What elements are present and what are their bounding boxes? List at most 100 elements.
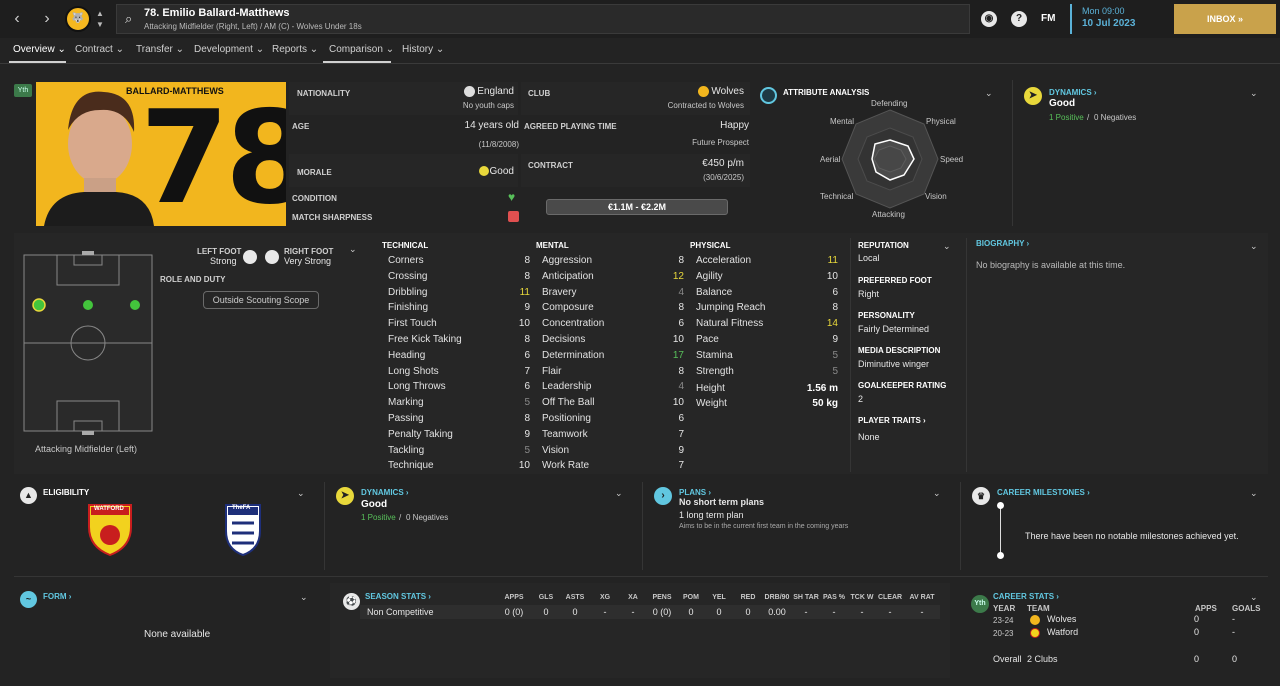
mental-attr-value: 8: [678, 365, 684, 377]
scouting-scope-button[interactable]: Outside Scouting Scope: [203, 291, 319, 309]
chevron-down-icon[interactable]: ⌄: [1250, 488, 1258, 499]
eligibility-title: ELIGIBILITY: [43, 488, 90, 497]
season-value: -: [920, 607, 924, 617]
chevron-down-icon[interactable]: ⌄: [349, 244, 357, 255]
radar-label-attacking: Attacking: [872, 210, 905, 219]
help-icon[interactable]: ?: [1011, 11, 1027, 27]
chevron-down-icon[interactable]: ⌄: [933, 488, 941, 499]
dynamics-title[interactable]: DYNAMICS ›: [1049, 88, 1097, 97]
height-label: Height: [696, 383, 725, 394]
chevron-down-icon[interactable]: ⌄: [297, 488, 305, 499]
youth-caps: No youth caps: [462, 101, 514, 110]
career-stats-title[interactable]: CAREER STATS ›: [993, 592, 1059, 601]
globe-icon[interactable]: ◉: [981, 11, 997, 27]
top-bar: ‹ › 🐺 ▲ ▼ ⌕ 78. Emilio Ballard-Matthews …: [0, 0, 1280, 38]
mental-attr-value: 6: [678, 413, 684, 424]
chevron-up-icon[interactable]: ▲: [96, 9, 104, 18]
date-label: 10 Jul 2023: [1082, 18, 1136, 29]
left-foot-value: Strong: [210, 256, 237, 266]
mental-attr-name: Teamwork: [542, 428, 588, 440]
mental-attr-value: 7: [678, 460, 684, 472]
mental-attr-name: Anticipation: [542, 270, 594, 282]
chevron-down-icon[interactable]: ▼: [96, 20, 104, 29]
career-team-2[interactable]: Watford: [1047, 627, 1078, 637]
biography-text: No biography is available at this time.: [976, 260, 1126, 270]
tab-history[interactable]: History ⌄: [402, 44, 444, 55]
date-display[interactable]: Mon 09:00 10 Jul 2023: [1070, 4, 1166, 34]
technical-attr-value: 9: [524, 428, 530, 440]
plans-title[interactable]: PLANS ›: [679, 488, 711, 497]
long-term-plans[interactable]: 1 long term plan: [679, 510, 744, 520]
club-crest-icon[interactable]: 🐺: [65, 6, 91, 32]
chevron-down-icon[interactable]: ⌄: [300, 592, 308, 603]
physical-attr-name: Acceleration: [696, 255, 752, 266]
value-range[interactable]: €1.1M - €2.2M: [546, 199, 728, 215]
page-title: 78. Emilio Ballard-Matthews: [144, 7, 290, 19]
dynamics-mid-title[interactable]: DYNAMICS ›: [361, 488, 409, 497]
inbox-label: INBOX: [1206, 14, 1236, 24]
career-apps-1: 0: [1194, 614, 1200, 624]
wage-value[interactable]: €450 p/m: [640, 158, 744, 169]
physical-attr-name: Pace: [696, 334, 719, 345]
form-title[interactable]: FORM ›: [43, 592, 71, 601]
divider: [850, 238, 851, 472]
physical-attr-value: 8: [832, 302, 838, 314]
tab-reports[interactable]: Reports ⌄: [272, 44, 318, 55]
plans-icon: ›: [654, 487, 672, 505]
career-milestones-title[interactable]: CAREER MILESTONES ›: [997, 488, 1090, 497]
mental-attr-value: 4: [678, 381, 684, 393]
physical-attr-name: Stamina: [696, 349, 733, 361]
chevron-down-icon[interactable]: ⌄: [615, 488, 623, 499]
morale-value[interactable]: Good: [450, 166, 514, 177]
shirt-number: 78: [140, 84, 286, 226]
technical-attr-value: 7: [524, 365, 530, 377]
youth-badge: Yth: [14, 84, 32, 97]
fm-logo[interactable]: FM: [1041, 13, 1055, 24]
dynamics-value: Good: [1049, 98, 1076, 109]
player-traits-label[interactable]: PLAYER TRAITS ›: [858, 416, 926, 425]
reputation-value: Local: [858, 253, 880, 263]
mental-title: MENTAL: [536, 241, 569, 250]
short-term-plans: No short term plans: [679, 497, 765, 507]
tab-contract[interactable]: Contract ⌄: [75, 44, 124, 55]
tab-transfer[interactable]: Transfer ⌄: [136, 44, 184, 55]
left-boot-icon: [243, 250, 257, 264]
career-team-1[interactable]: Wolves: [1047, 614, 1076, 624]
age-label: AGE: [292, 122, 310, 131]
mental-attr-name: Flair: [542, 365, 562, 377]
chevron-down-icon[interactable]: ⌄: [985, 88, 993, 99]
career-year-header: YEAR: [993, 604, 1016, 613]
chevron-down-icon[interactable]: ⌄: [1250, 88, 1258, 99]
reputation-label: REPUTATION: [858, 241, 909, 250]
left-foot-label: LEFT FOOT: [197, 247, 242, 256]
career-goals-1: -: [1232, 614, 1235, 624]
long-term-plan-desc: Aims to be in the current first team in …: [679, 523, 849, 530]
technical-title: TECHNICAL: [382, 241, 429, 250]
chevron-down-icon[interactable]: ⌄: [1250, 592, 1258, 603]
sharpness-icon: [508, 211, 519, 222]
nationality-value[interactable]: England: [380, 86, 514, 97]
fa-crest-icon[interactable]: [224, 503, 262, 557]
right-boot-icon: [265, 250, 279, 264]
chevron-down-icon[interactable]: ⌄: [1250, 241, 1258, 252]
dynamics-separator: /: [1087, 113, 1090, 122]
tab-overview[interactable]: Overview ⌄: [13, 44, 66, 55]
chevron-down-icon[interactable]: ⌄: [943, 241, 951, 252]
season-stats-title[interactable]: SEASON STATS ›: [365, 592, 431, 601]
mental-attr-value: 10: [672, 397, 684, 409]
tab-comparison[interactable]: Comparison ⌄: [329, 44, 394, 55]
search-icon: ⌕: [125, 11, 133, 26]
mental-attr-value: 12: [672, 270, 684, 282]
tab-development[interactable]: Development ⌄: [194, 44, 264, 55]
back-arrow-icon[interactable]: ‹: [6, 8, 28, 30]
forward-arrow-icon[interactable]: ›: [36, 8, 58, 30]
physical-attr-value: 5: [832, 365, 838, 377]
inbox-button[interactable]: INBOX »: [1174, 4, 1276, 34]
radar-label-speed: Speed: [940, 155, 964, 164]
mental-attr-name: Leadership: [542, 381, 592, 393]
career-overall-apps: 0: [1194, 654, 1200, 664]
technical-attr-name: Crossing: [388, 270, 428, 282]
technical-attr-name: Long Shots: [388, 365, 439, 377]
club-value[interactable]: Wolves: [640, 86, 744, 97]
biography-title[interactable]: BIOGRAPHY ›: [976, 239, 1029, 248]
